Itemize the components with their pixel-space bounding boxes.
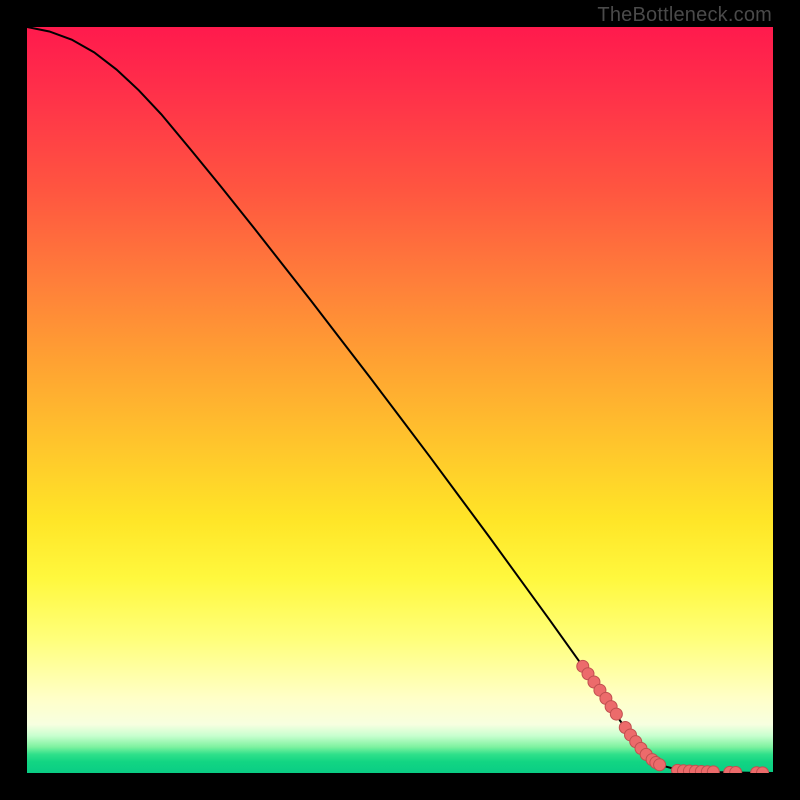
data-markers [577, 660, 769, 773]
curve-overlay [27, 27, 773, 773]
chart-frame: TheBottleneck.com [0, 0, 800, 800]
watermark-text: TheBottleneck.com [597, 4, 772, 27]
main-curve [27, 27, 773, 773]
plot-area [27, 27, 773, 773]
marker-dot [707, 766, 719, 773]
marker-dot [610, 708, 622, 720]
marker-dot [654, 759, 666, 771]
